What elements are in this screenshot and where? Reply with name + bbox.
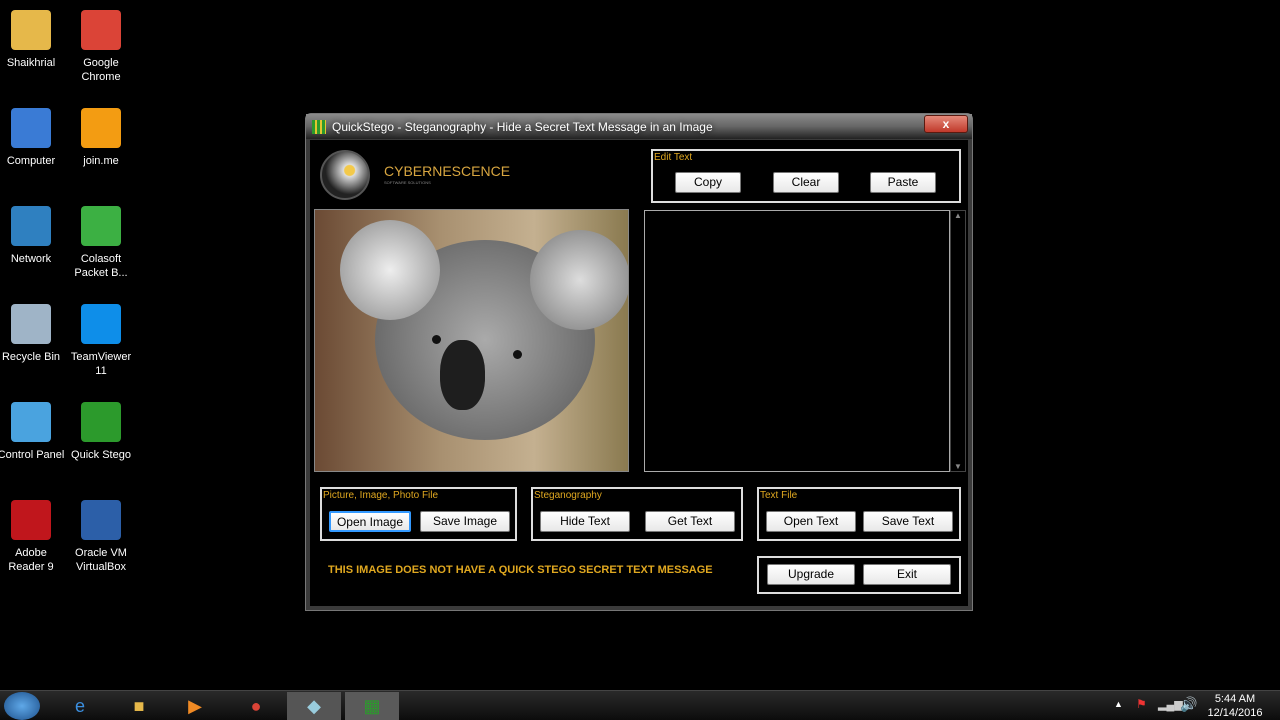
image-preview — [314, 209, 629, 472]
picture-file-label: Picture, Image, Photo File — [323, 490, 439, 501]
computer-icon — [11, 108, 51, 148]
edit-text-group: Edit Text Copy Clear Paste — [651, 149, 961, 203]
taskbar: e ■ ▶ ● ◆ ▦ ▲ ⚑ ▂▄▆ 🔊 5:44 AM 12/14/2016 — [0, 690, 1280, 720]
clock-time: 5:44 AM — [1214, 693, 1256, 705]
desktop-icon-quick-stego[interactable]: Quick Stego — [66, 402, 136, 462]
desktop-icon-computer[interactable]: Computer — [0, 108, 66, 168]
text-scrollbar[interactable]: ▲ ▼ — [950, 210, 966, 472]
koala-eye-left — [432, 335, 441, 344]
steganography-group: Steganography Hide Text Get Text — [531, 487, 743, 541]
clock[interactable]: 5:44 AM 12/14/2016 — [1200, 692, 1270, 720]
virtualbox-icon — [81, 500, 121, 540]
window-title: QuickStego - Steganography - Hide a Secr… — [332, 119, 713, 134]
get-text-button[interactable]: Get Text — [645, 511, 735, 532]
network-signal-icon[interactable]: ▂▄▆ — [1158, 698, 1183, 711]
hide-text-button[interactable]: Hide Text — [540, 511, 630, 532]
koala-ear-left — [340, 220, 440, 320]
joinme-icon — [81, 108, 121, 148]
recycle-bin-icon — [11, 304, 51, 344]
network-icon — [11, 206, 51, 246]
picture-file-group: Picture, Image, Photo File Open Image Sa… — [320, 487, 517, 541]
koala-ear-right — [530, 230, 628, 330]
colasoft-icon — [81, 206, 121, 246]
desktop-icon-google-chrome[interactable]: Google Chrome — [66, 10, 136, 84]
taskbar-explorer-icon[interactable]: ■ — [112, 692, 166, 720]
text-file-label: Text File — [760, 490, 798, 501]
desktop-icon-label: Recycle Bin — [1, 351, 61, 363]
desktop-icon-label: Quick Stego — [71, 449, 131, 461]
steganography-label: Steganography — [534, 490, 602, 501]
desktop-icon-label: Shaikhrial — [6, 57, 56, 69]
taskbar-quick-stego-icon[interactable]: ▦ — [345, 692, 399, 720]
logo-icon — [320, 150, 370, 200]
taskbar-chrome-icon[interactable]: ● — [229, 692, 283, 720]
logo-name: CYBERNESCENCE — [384, 163, 511, 179]
desktop-icon-label: Network — [10, 253, 52, 265]
paste-button[interactable]: Paste — [870, 172, 936, 193]
clock-date: 12/14/2016 — [1207, 707, 1263, 719]
desktop-icon-label: Oracle VM VirtualBox — [75, 547, 127, 573]
desktop-icon-label: Adobe Reader 9 — [8, 547, 54, 573]
close-button[interactable]: x — [924, 115, 968, 133]
exit-button[interactable]: Exit — [863, 564, 951, 585]
upgrade-button[interactable]: Upgrade — [767, 564, 855, 585]
secret-text-area[interactable] — [644, 210, 950, 472]
status-message: THIS IMAGE DOES NOT HAVE A QUICK STEGO S… — [328, 564, 713, 576]
desktop-icon-label: Computer — [6, 155, 56, 167]
desktop-icon-recycle-bin[interactable]: Recycle Bin — [0, 304, 66, 364]
desktop-icon-network[interactable]: Network — [0, 206, 66, 266]
save-text-button[interactable]: Save Text — [863, 511, 953, 532]
action-center-icon[interactable]: ⚑ — [1136, 697, 1147, 711]
text-file-group: Text File Open Text Save Text — [757, 487, 961, 541]
tray-show-hidden-icon[interactable]: ▲ — [1114, 699, 1123, 709]
control-panel-icon — [11, 402, 51, 442]
desktop-icon-teamviewer-11[interactable]: TeamViewer 11 — [66, 304, 136, 378]
teamviewer-icon — [81, 304, 121, 344]
logo: CYBERNESCENCE SOFTWARE SOLUTIONS — [320, 150, 520, 200]
desktop-icon-label: Colasoft Packet B... — [74, 253, 128, 279]
koala-nose — [440, 340, 485, 410]
desktop-icon-label: Control Panel — [0, 449, 65, 461]
upgrade-exit-group: Upgrade Exit — [757, 556, 961, 594]
taskbar-app-icon[interactable]: ◆ — [287, 692, 341, 720]
desktop-icon-colasoft-packet-b[interactable]: Colasoft Packet B... — [66, 206, 136, 280]
volume-icon[interactable]: 🔊 — [1180, 696, 1197, 713]
taskbar-ie-icon[interactable]: e — [53, 692, 107, 720]
edit-text-label: Edit Text — [654, 152, 693, 163]
desktop-icon-label: Google Chrome — [81, 57, 121, 83]
koala-eye-right — [513, 350, 522, 359]
open-text-button[interactable]: Open Text — [766, 511, 856, 532]
folder-user-icon — [11, 10, 51, 50]
desktop-icon-adobe-reader-9[interactable]: Adobe Reader 9 — [0, 500, 66, 574]
logo-tagline: SOFTWARE SOLUTIONS — [384, 180, 431, 185]
taskbar-media-player-icon[interactable]: ▶ — [168, 692, 222, 720]
chrome-icon — [81, 10, 121, 50]
start-button[interactable] — [4, 692, 40, 720]
title-bar[interactable]: QuickStego - Steganography - Hide a Secr… — [306, 114, 972, 139]
clear-button[interactable]: Clear — [773, 172, 839, 193]
quick-stego-icon — [81, 402, 121, 442]
desktop-icon-control-panel[interactable]: Control Panel — [0, 402, 66, 462]
quick-stego-icon — [312, 119, 326, 134]
quickstego-window: QuickStego - Steganography - Hide a Secr… — [305, 113, 973, 611]
desktop-icon-shaikhrial[interactable]: Shaikhrial — [0, 10, 66, 70]
client-area: CYBERNESCENCE SOFTWARE SOLUTIONS Edit Te… — [310, 140, 968, 606]
copy-button[interactable]: Copy — [675, 172, 741, 193]
save-image-button[interactable]: Save Image — [420, 511, 510, 532]
desktop-icon-label: join.me — [83, 155, 119, 167]
desktop-icon-join-me[interactable]: join.me — [66, 108, 136, 168]
desktop-icon-label: TeamViewer 11 — [70, 351, 132, 377]
desktop-icon-oracle-vm-virtualbox[interactable]: Oracle VM VirtualBox — [66, 500, 136, 574]
open-image-button[interactable]: Open Image — [329, 511, 411, 532]
adobe-reader-icon — [11, 500, 51, 540]
